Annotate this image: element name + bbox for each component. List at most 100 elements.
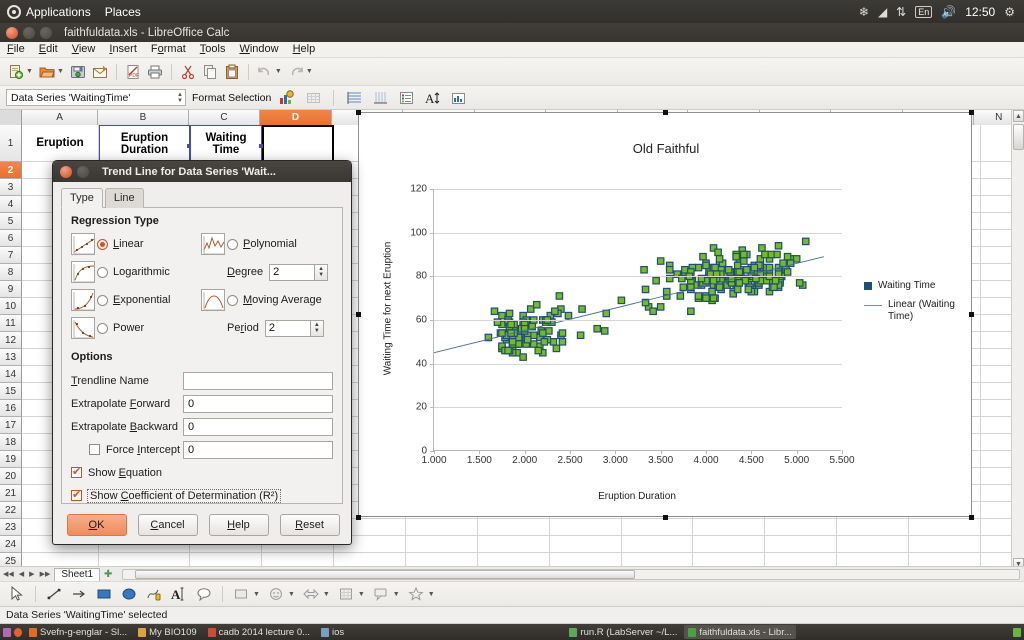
block-arrows-dropdown-icon[interactable]: ▼	[323, 591, 330, 598]
basic-shapes-dropdown-icon[interactable]: ▼	[253, 591, 260, 598]
chart-handle-w[interactable]	[356, 312, 361, 317]
cell-B1[interactable]: Eruption Duration	[99, 125, 191, 162]
new-document-dropdown-icon[interactable]: ▼	[26, 68, 33, 75]
row-header-9[interactable]: 9	[0, 281, 22, 298]
cell-N23[interactable]	[981, 519, 1011, 536]
print-icon[interactable]	[145, 62, 165, 82]
show-r2-row[interactable]: Show Coefficient of Determination (R²)	[71, 484, 333, 507]
row-header-15[interactable]: 15	[0, 383, 22, 400]
cell-N3[interactable]	[981, 179, 1011, 196]
next-sheet-icon[interactable]: ▶	[28, 570, 35, 578]
row-header-10[interactable]: 10	[0, 298, 22, 315]
cell-N6[interactable]	[981, 230, 1011, 247]
cell-J24[interactable]	[693, 536, 765, 553]
cell-K23[interactable]	[765, 519, 837, 536]
chart-element-selector[interactable]: Data Series 'WaitingTime' ▲ ▼	[6, 89, 186, 106]
menu-view[interactable]: View	[65, 42, 103, 57]
freeform-line-icon[interactable]	[143, 584, 165, 604]
callouts-icon[interactable]	[370, 584, 392, 604]
force-intercept-checkbox-box[interactable]	[89, 444, 100, 455]
cell-M23[interactable]	[909, 519, 981, 536]
save-icon[interactable]	[68, 62, 88, 82]
vertical-scrollbar[interactable]: ▲ ▼	[1011, 110, 1024, 570]
cell-I23[interactable]	[622, 519, 693, 536]
open-document-icon[interactable]	[37, 62, 57, 82]
symbol-shapes-dropdown-icon[interactable]: ▼	[288, 591, 295, 598]
chart-element-selector-arrows[interactable]: ▲ ▼	[177, 92, 183, 104]
tab-line[interactable]: Line	[104, 188, 144, 208]
callouts-dropdown-icon[interactable]: ▼	[393, 591, 400, 598]
arrow-icon[interactable]	[68, 584, 90, 604]
row-header-4[interactable]: 4	[0, 196, 22, 213]
row-header-18[interactable]: 18	[0, 434, 22, 451]
cell-N21[interactable]	[981, 485, 1011, 502]
cell-G23[interactable]	[478, 519, 550, 536]
cell-N14[interactable]	[981, 366, 1011, 383]
chart-plot-area[interactable]: 0 20 40 60 80 100 120 1.000 1.500 2.000 2.500 3.000…	[410, 184, 854, 467]
menu-format[interactable]: Format	[144, 42, 193, 57]
radio-moving-average-indicator[interactable]	[227, 294, 238, 306]
cell-J23[interactable]	[693, 519, 765, 536]
cell-C1[interactable]: Waiting Time	[190, 125, 263, 162]
select-cursor-icon[interactable]	[6, 584, 28, 604]
cell-N8[interactable]	[981, 264, 1011, 281]
callout-icon[interactable]	[193, 584, 215, 604]
chart-type-icon[interactable]	[277, 88, 297, 108]
trend-line-dialog[interactable]: Trend Line for Data Series 'Wait... Type…	[52, 160, 352, 545]
vertical-scroll-thumb[interactable]	[1013, 124, 1024, 150]
force-intercept-checkbox[interactable]: Force Intercept	[71, 444, 183, 456]
window-minimize-icon[interactable]	[23, 26, 35, 39]
cell-N13[interactable]	[981, 349, 1011, 366]
row-header-17[interactable]: 17	[0, 417, 22, 434]
legend-icon[interactable]	[396, 88, 416, 108]
row-header-16[interactable]: 16	[0, 400, 22, 417]
column-header-b[interactable]: B	[98, 110, 189, 125]
new-document-icon[interactable]	[6, 62, 26, 82]
cell-H24[interactable]	[550, 536, 622, 553]
chart-handle-sw[interactable]	[356, 515, 361, 520]
cell-N17[interactable]	[981, 417, 1011, 434]
cell-M24[interactable]	[909, 536, 981, 553]
menu-help[interactable]: Help	[286, 42, 323, 57]
cell-I24[interactable]	[622, 536, 693, 553]
chart-handle-n[interactable]	[663, 110, 668, 115]
select-all-corner[interactable]	[0, 110, 22, 125]
taskbar-item-1[interactable]: My BIO109	[134, 625, 201, 639]
period-spinner[interactable]: 2 ▲ ▼	[264, 319, 324, 337]
taskbar-item-4[interactable]: run.R (LabServer ~/L...	[565, 625, 681, 639]
horizontal-scroll-thumb[interactable]	[135, 569, 636, 579]
taskbar-show-desktop-icon[interactable]	[3, 627, 11, 637]
cell-H23[interactable]	[550, 519, 622, 536]
row-header-21[interactable]: 21	[0, 485, 22, 502]
menu-edit[interactable]: Edit	[32, 42, 65, 57]
cell-L23[interactable]	[837, 519, 909, 536]
extrapolate-backward-input[interactable]: 0	[183, 417, 333, 436]
email-document-icon[interactable]	[90, 62, 110, 82]
row-header-23[interactable]: 23	[0, 519, 22, 536]
row-header-11[interactable]: 11	[0, 315, 22, 332]
radio-polynomial[interactable]: Polynomial	[227, 238, 333, 250]
export-pdf-icon[interactable]: PDF	[123, 62, 143, 82]
radio-exponential[interactable]: Exponential	[97, 294, 201, 306]
cell-N12[interactable]	[981, 332, 1011, 349]
radio-power[interactable]: Power	[97, 322, 201, 334]
cell-N18[interactable]	[981, 434, 1011, 451]
radio-logarithmic-indicator[interactable]	[97, 266, 108, 278]
help-button[interactable]: Help	[208, 514, 269, 536]
row-header-13[interactable]: 13	[0, 349, 22, 366]
cell-F24[interactable]	[406, 536, 478, 553]
row-header-19[interactable]: 19	[0, 451, 22, 468]
trendline[interactable]	[434, 256, 824, 354]
dialog-minimize-icon[interactable]	[77, 165, 89, 178]
last-sheet-icon[interactable]: ▶▶	[39, 570, 52, 578]
reset-button[interactable]: Reset	[279, 514, 340, 536]
radio-exponential-indicator[interactable]	[97, 294, 108, 306]
row-header-12[interactable]: 12	[0, 332, 22, 349]
cell-N24[interactable]	[981, 536, 1011, 553]
text-direction-icon[interactable]: A	[422, 88, 442, 108]
cell-L24[interactable]	[837, 536, 909, 553]
cell-N19[interactable]	[981, 451, 1011, 468]
vertical-grids-icon[interactable]	[370, 88, 390, 108]
menu-tools[interactable]: Tools	[193, 42, 233, 57]
tab-type[interactable]: Type	[61, 188, 103, 208]
